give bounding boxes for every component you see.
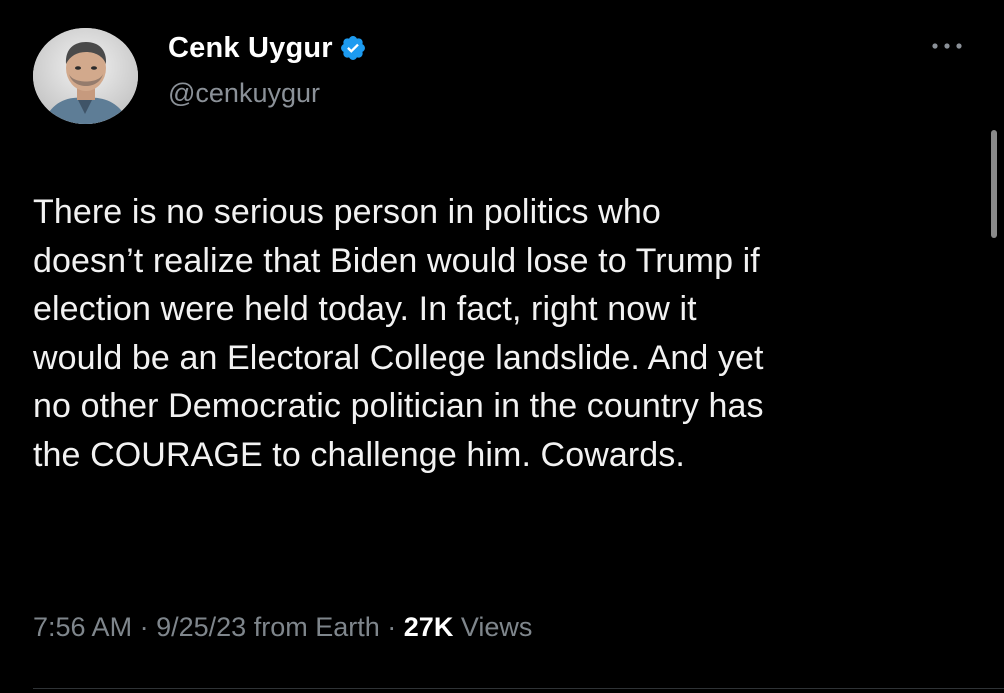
tweet-card: Cenk Uygur @cenkuygur There is no seriou…: [0, 0, 1004, 693]
meta-separator: ·: [387, 612, 397, 642]
profile-photo-icon: [33, 28, 138, 124]
avatar[interactable]: [33, 28, 138, 124]
author-handle[interactable]: @cenkuygur: [168, 78, 320, 109]
tweet-source: from Earth: [253, 612, 380, 642]
author-display-name[interactable]: Cenk Uygur: [168, 32, 333, 65]
views-label: Views: [460, 612, 533, 642]
verified-badge-icon: [340, 36, 365, 60]
tweet-time[interactable]: 7:56 AM: [33, 612, 132, 642]
tweet-text: There is no serious person in politics w…: [33, 193, 764, 474]
scrollbar[interactable]: [991, 130, 997, 238]
meta-separator: ·: [139, 612, 149, 642]
tweet-date[interactable]: 9/25/23: [156, 612, 246, 642]
author-name-row[interactable]: Cenk Uygur: [168, 30, 367, 66]
more-horizontal-icon[interactable]: [927, 36, 967, 56]
tweet-metadata: 7:56 AM · 9/25/23 from Earth · 27K Views: [33, 612, 532, 643]
views-count[interactable]: 27K: [404, 612, 454, 642]
divider: [33, 688, 1004, 689]
